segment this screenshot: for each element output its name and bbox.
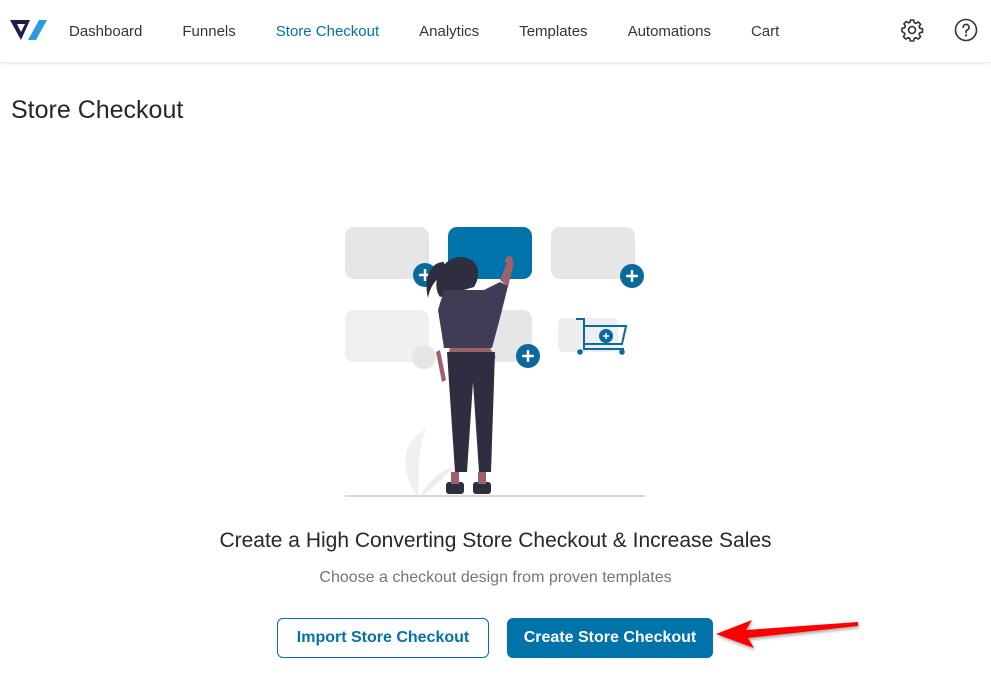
empty-state-illustration <box>345 227 645 497</box>
brand-logo-icon[interactable] <box>10 18 48 42</box>
gear-icon[interactable] <box>900 18 924 42</box>
create-store-checkout-button[interactable]: Create Store Checkout <box>507 618 713 658</box>
plus-icon <box>620 264 644 288</box>
nav-templates[interactable]: Templates <box>519 23 587 40</box>
nav-store-checkout[interactable]: Store Checkout <box>276 23 379 40</box>
top-navigation-bar: Dashboard Funnels Store Checkout Analyti… <box>0 0 991 63</box>
import-store-checkout-button[interactable]: Import Store Checkout <box>277 618 489 658</box>
empty-state-headline: Create a High Converting Store Checkout … <box>219 529 772 552</box>
nav-funnels[interactable]: Funnels <box>182 23 235 40</box>
main-nav: Dashboard Funnels Store Checkout Analyti… <box>69 0 819 63</box>
empty-state-subline: Choose a checkout design from proven tem… <box>319 569 672 586</box>
nav-cart[interactable]: Cart <box>751 23 779 40</box>
nav-dashboard[interactable]: Dashboard <box>69 23 142 40</box>
page-title: Store Checkout <box>11 96 184 124</box>
plus-icon <box>516 344 540 368</box>
nav-analytics[interactable]: Analytics <box>419 23 479 40</box>
woman-figure <box>426 256 514 494</box>
red-arrow-annotation <box>716 620 858 648</box>
nav-automations[interactable]: Automations <box>628 23 711 40</box>
help-icon[interactable] <box>954 18 978 42</box>
